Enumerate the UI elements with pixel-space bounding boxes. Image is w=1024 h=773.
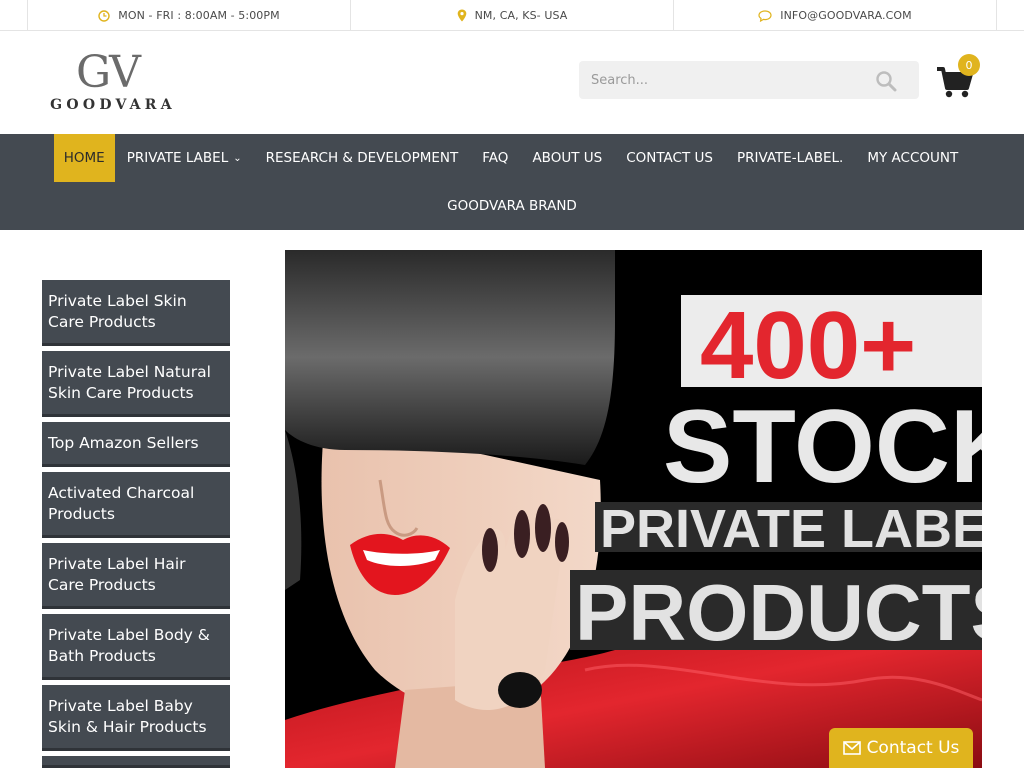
hero-banner-graphic: 400+ STOCK PRIVATE LABEL PRODUCTS xyxy=(285,250,982,768)
clock-icon xyxy=(98,9,110,22)
nav-item-faq[interactable]: FAQ xyxy=(470,134,520,182)
sidebar-item-partial[interactable] xyxy=(42,756,230,768)
site-header: GV GOODVARA 0 xyxy=(0,31,1024,134)
business-email[interactable]: INFO@GOODVARA.COM xyxy=(673,0,996,31)
chevron-down-icon: ⌄ xyxy=(233,152,242,164)
banner-line-private-label: PRIVATE LABEL xyxy=(600,499,982,559)
chat-bubble-icon xyxy=(758,9,772,22)
model-hair xyxy=(285,250,615,465)
sidebar-item-activated-charcoal[interactable]: Activated Charcoal Products xyxy=(42,472,230,538)
nav-row-secondary: GOODVARA BRAND xyxy=(0,182,1024,230)
site-logo[interactable]: GV GOODVARA xyxy=(42,49,184,117)
nav-item-about-us[interactable]: ABOUT US xyxy=(520,134,614,182)
nav-item-goodvara-brand[interactable]: GOODVARA BRAND xyxy=(435,182,589,230)
sidebar-item-body-bath[interactable]: Private Label Body & Bath Products xyxy=(42,614,230,680)
sidebar-item-natural-skin-care[interactable]: Private Label Natural Skin Care Products xyxy=(42,351,230,417)
top-info-bar-inner: MON - FRI : 8:00AM - 5:00PM NM, CA, KS- … xyxy=(27,0,997,31)
nav-row-primary: HOME PRIVATE LABEL ⌄ RESEARCH & DEVELOPM… xyxy=(0,134,1024,182)
contact-us-label: Contact Us xyxy=(866,738,960,758)
banner-line-products: PRODUCTS xyxy=(575,568,982,657)
business-location: NM, CA, KS- USA xyxy=(350,0,673,31)
category-sidebar: Private Label Skin Care Products Private… xyxy=(42,280,230,773)
map-pin-icon xyxy=(457,9,466,22)
banner-line-stock: STOCK xyxy=(663,389,982,505)
banner-line-count: 400+ xyxy=(700,292,916,399)
sidebar-item-hair-care[interactable]: Private Label Hair Care Products xyxy=(42,543,230,609)
top-info-bar: MON - FRI : 8:00AM - 5:00PM NM, CA, KS- … xyxy=(0,0,1024,31)
nav-item-research-development[interactable]: RESEARCH & DEVELOPMENT xyxy=(254,134,471,182)
business-hours: MON - FRI : 8:00AM - 5:00PM xyxy=(28,0,350,31)
sidebar-item-skin-care[interactable]: Private Label Skin Care Products xyxy=(42,280,230,346)
search-input[interactable] xyxy=(579,72,859,88)
sidebar-item-baby-skin-hair[interactable]: Private Label Baby Skin & Hair Products xyxy=(42,685,230,751)
nav-item-private-label-dot[interactable]: PRIVATE-LABEL. xyxy=(725,134,855,182)
nav-item-private-label-text: PRIVATE LABEL xyxy=(126,150,229,166)
search-bar xyxy=(579,61,919,99)
business-email-text[interactable]: INFO@GOODVARA.COM xyxy=(780,9,911,22)
sidebar-item-top-amazon-sellers[interactable]: Top Amazon Sellers xyxy=(42,422,230,467)
logo-monogram: GV xyxy=(76,47,141,98)
nav-item-contact-us[interactable]: CONTACT US xyxy=(614,134,725,182)
business-location-text: NM, CA, KS- USA xyxy=(474,9,568,22)
cart-count-badge: 0 xyxy=(958,54,980,76)
contact-us-button[interactable]: Contact Us xyxy=(829,728,973,768)
logo-wordmark: GOODVARA xyxy=(50,97,176,113)
nav-item-my-account[interactable]: MY ACCOUNT xyxy=(855,134,970,182)
business-hours-text: MON - FRI : 8:00AM - 5:00PM xyxy=(118,9,280,22)
search-icon[interactable] xyxy=(875,70,897,92)
nav-item-private-label[interactable]: PRIVATE LABEL ⌄ xyxy=(115,134,254,182)
hero-banner[interactable]: 400+ STOCK PRIVATE LABEL PRODUCTS xyxy=(285,250,982,768)
main-navigation: HOME PRIVATE LABEL ⌄ RESEARCH & DEVELOPM… xyxy=(0,134,1024,230)
nav-item-home[interactable]: HOME xyxy=(53,134,115,182)
envelope-icon xyxy=(842,741,861,755)
